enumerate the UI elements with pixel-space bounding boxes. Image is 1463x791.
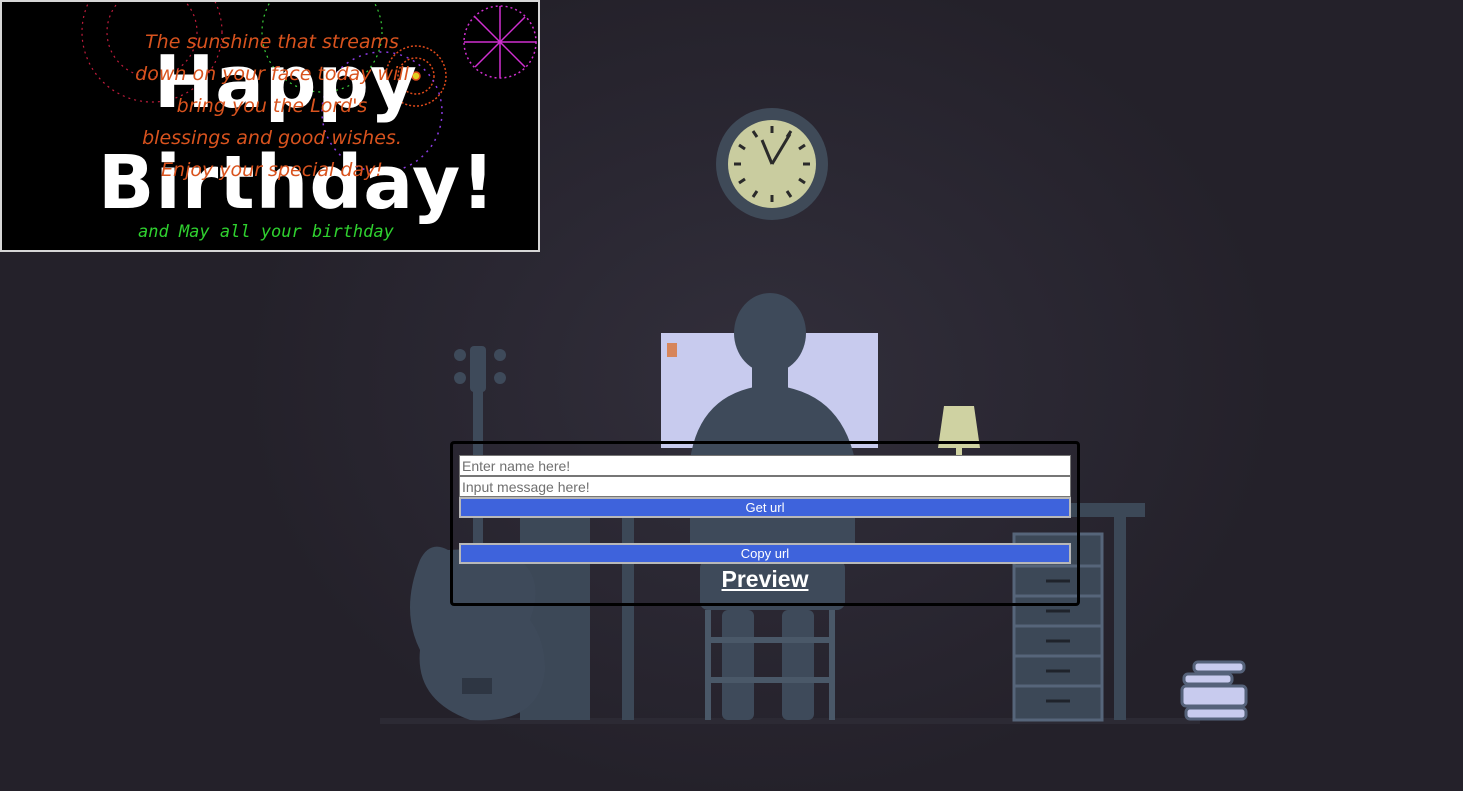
name-input[interactable] [459,455,1071,476]
book-stack-icon [1180,660,1248,721]
get-url-button[interactable]: Get url [459,497,1071,518]
clock-icon [716,108,828,220]
preview-link[interactable]: Preview [453,566,1077,593]
monitor-icon [667,343,677,357]
url-generator-form: Get url Copy url Preview [450,441,1080,606]
card-message: The sunshine that streams down on your f… [135,31,409,181]
card-typed-text: and May all your birthday [138,222,394,242]
firework-magenta [463,5,537,79]
birthday-card-preview: Happy Birthday! The sunshine that stream… [0,0,540,252]
copy-url-button[interactable]: Copy url [459,543,1071,564]
page-background: Happy Birthday! The sunshine that stream… [0,0,1463,791]
message-input[interactable] [459,476,1071,497]
